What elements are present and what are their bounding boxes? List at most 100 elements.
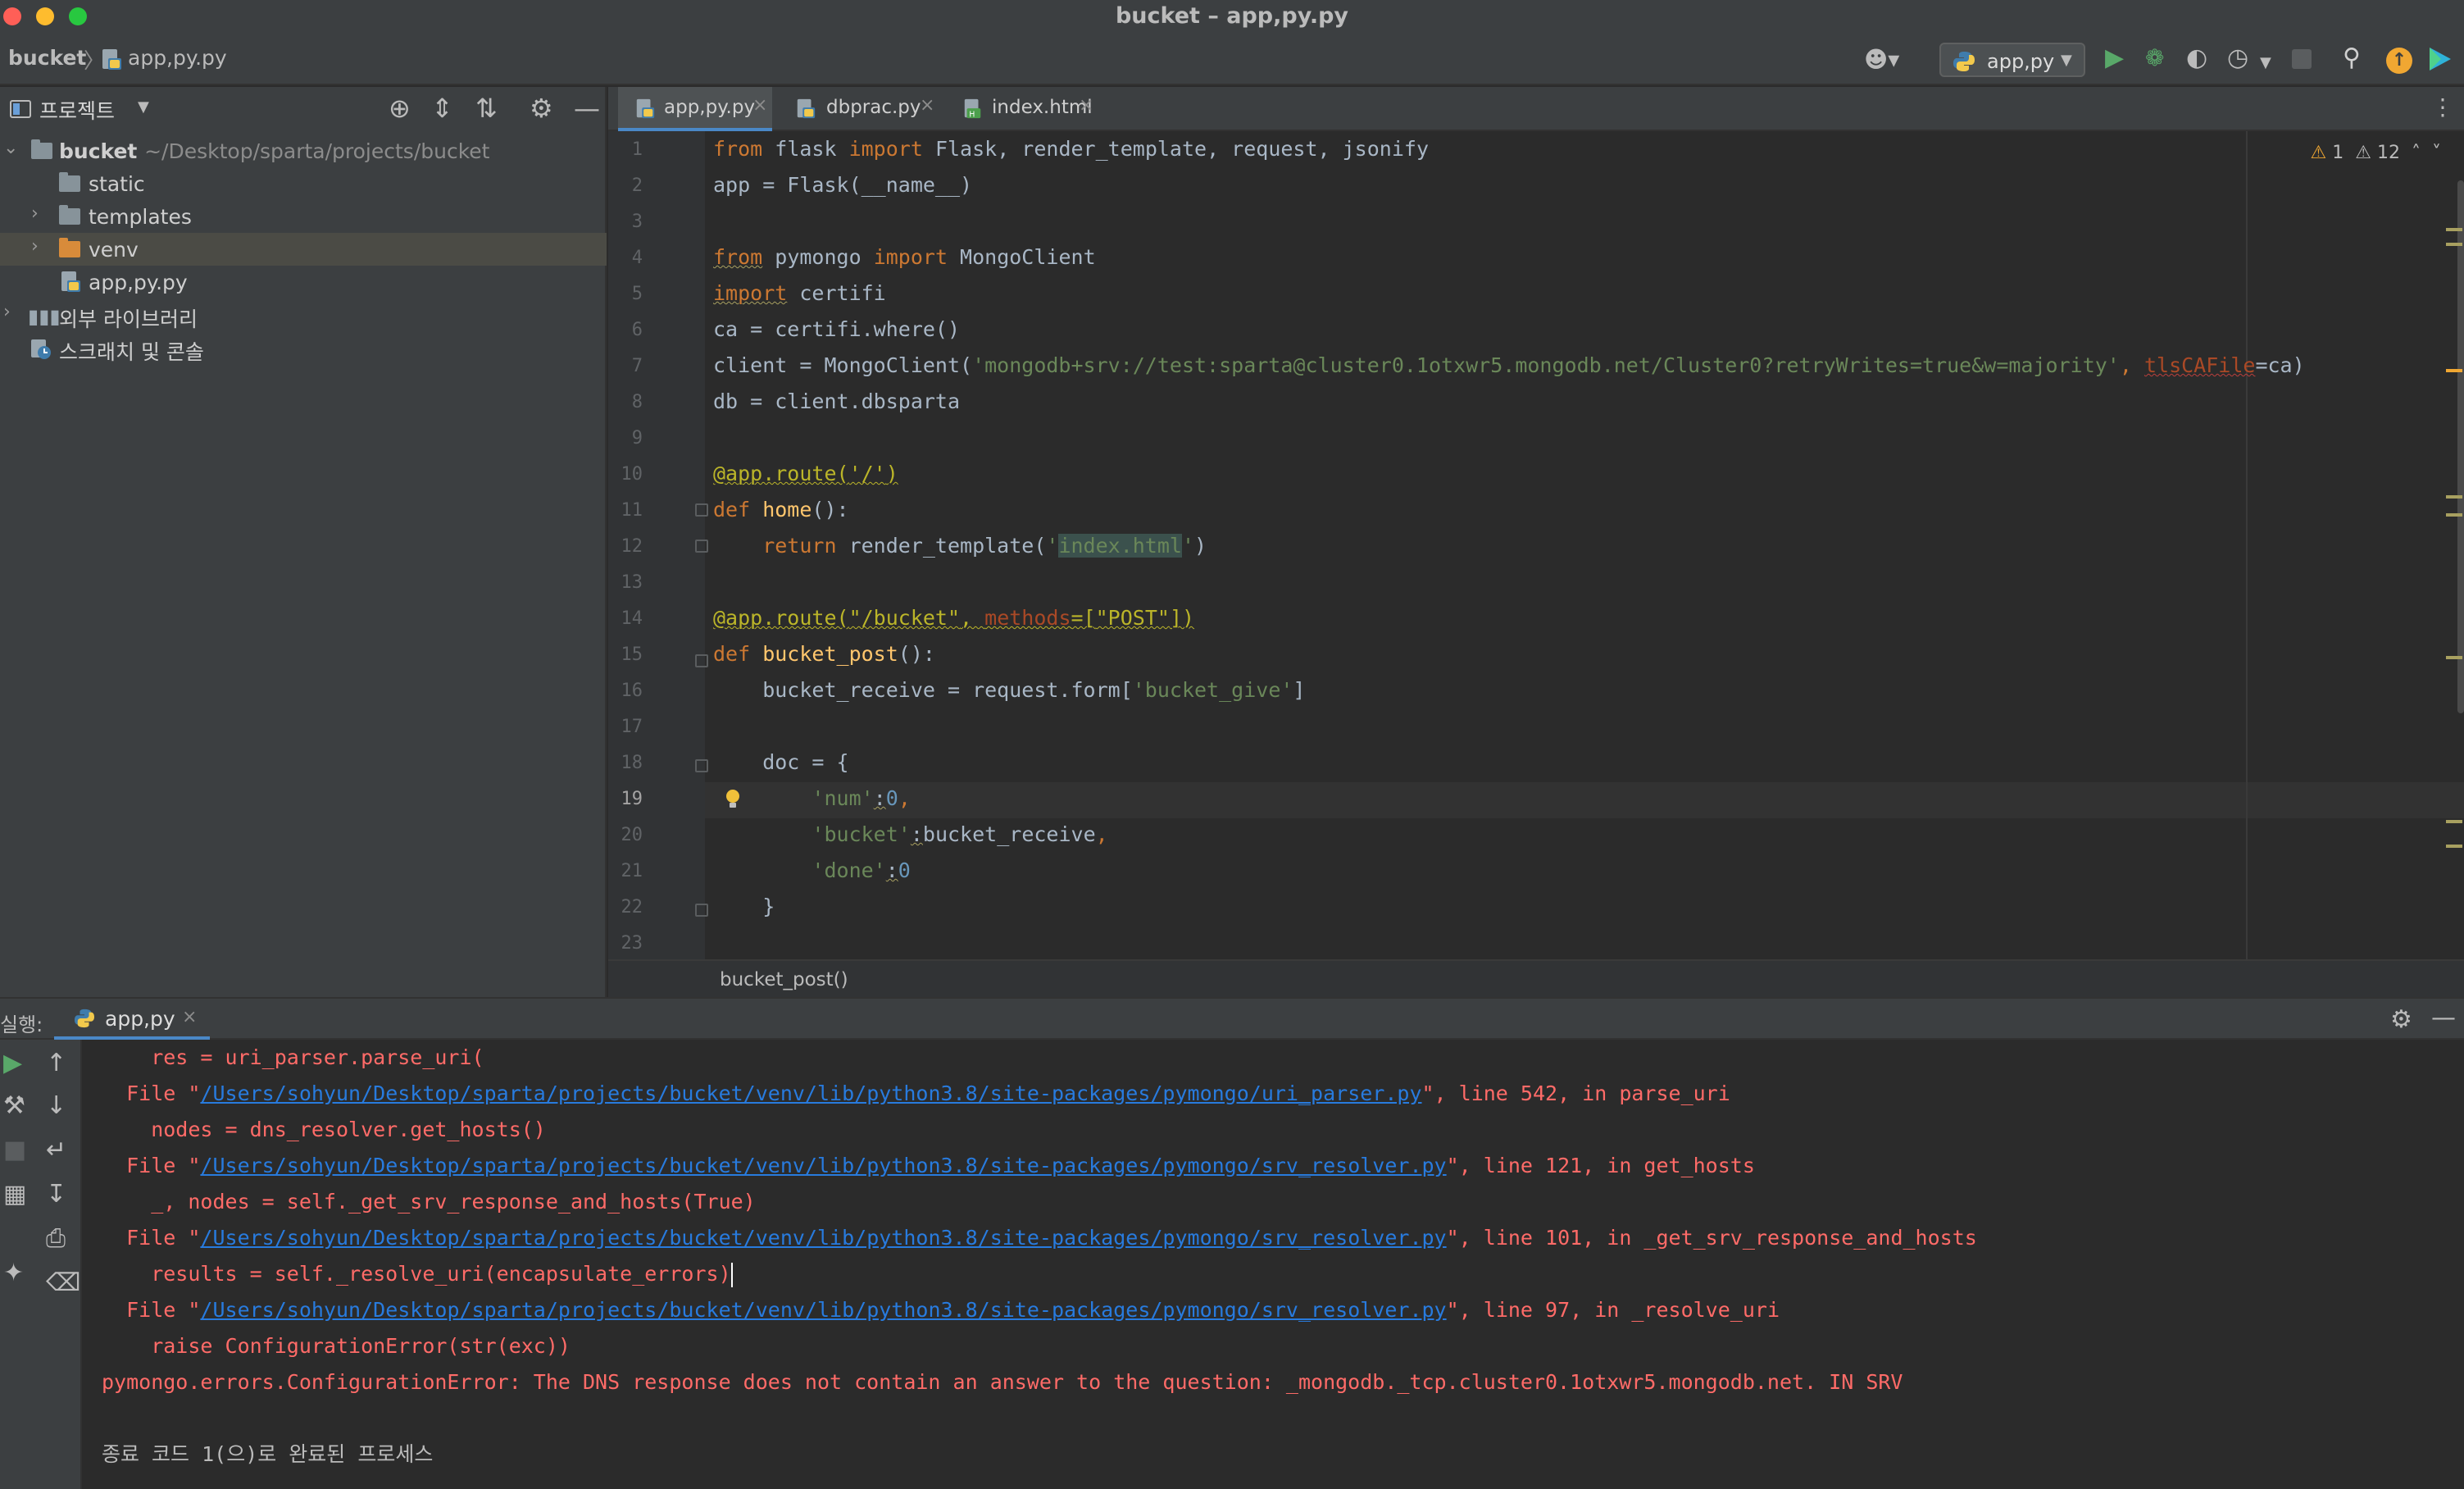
tree-item-bucket[interactable]: ⌄ bucket ~/Desktop/sparta/projects/bucke… <box>0 134 607 167</box>
tree-item-label: bucket <box>59 139 138 163</box>
fold-marker-icon[interactable] <box>695 540 708 553</box>
code-line: from flask import Flask, render_template… <box>713 137 1429 161</box>
tree-item-external-libraries[interactable]: › ▮▮▮ 외부 라이브러리 <box>0 298 607 331</box>
navigation-bar: bucket 〉 app,py.py ☻▾ app,py ▼ ▶ ❁ ◐ ◷ ▼… <box>0 33 2464 85</box>
tree-item-app-py[interactable]: app,py.py <box>0 266 607 298</box>
wrench-icon[interactable]: ⚒ <box>3 1092 25 1120</box>
title-bar: bucket – app,py.py <box>0 0 2464 33</box>
line-number: 23 <box>621 933 643 954</box>
tab-index-html[interactable]: H index.html × <box>946 87 1107 131</box>
console-output[interactable]: res = uri_parser.parse_uri( File "/Users… <box>82 1040 2464 1489</box>
tab-app-py[interactable]: app,py.py × <box>618 87 772 131</box>
code-editor[interactable]: 1 2 3 4 5 6 7 8 9 10 11 12 13 14 15 16 1… <box>608 131 2464 959</box>
editor-scrollbar[interactable] <box>2457 180 2464 713</box>
tree-item-venv[interactable]: › venv <box>0 233 607 266</box>
scroll-marker[interactable] <box>2446 369 2462 372</box>
console-line: _, nodes = self._get_srv_response_and_ho… <box>102 1190 756 1214</box>
debug-bug-icon[interactable]: ❁ <box>2145 44 2164 72</box>
pin-icon[interactable]: ✦ <box>3 1259 24 1287</box>
stop-icon[interactable]: ■ <box>3 1136 26 1164</box>
expand-all-icon[interactable]: ⇕ <box>431 93 453 123</box>
breadcrumb-file[interactable]: app,py.py <box>128 46 227 70</box>
run-configuration-dropdown[interactable]: app,py ▼ <box>1939 43 2085 77</box>
close-icon[interactable]: × <box>920 95 934 116</box>
tree-item-templates[interactable]: › templates <box>0 200 607 233</box>
rerun-icon[interactable]: ▶ <box>3 1050 22 1077</box>
scroll-to-end-icon[interactable]: ↧ <box>46 1181 66 1209</box>
profile-icon[interactable]: ◷ <box>2227 44 2248 72</box>
arrow-down-icon[interactable]: ↓ <box>46 1092 66 1120</box>
fold-marker-icon[interactable] <box>695 904 708 917</box>
python-file-icon <box>795 98 816 123</box>
locate-target-icon[interactable]: ⊕ <box>389 93 411 123</box>
layout-icon[interactable]: ▦ <box>3 1181 26 1209</box>
breadcrumb-project[interactable]: bucket <box>8 46 86 70</box>
tab-dbprac-py[interactable]: dbprac.py × <box>779 87 944 131</box>
scroll-marker[interactable] <box>2446 513 2462 517</box>
traceback-file-link[interactable]: /Users/sohyun/Desktop/sparta/projects/bu… <box>200 1226 1446 1250</box>
code-line: @app.route("/bucket", methods=["POST"]) <box>713 606 1195 630</box>
traceback-file-link[interactable]: /Users/sohyun/Desktop/sparta/projects/bu… <box>200 1081 1421 1105</box>
collapse-all-icon[interactable]: ⇅ <box>475 93 498 123</box>
scroll-marker[interactable] <box>2446 243 2462 246</box>
hide-panel-icon[interactable]: — <box>2431 1004 2456 1032</box>
chevron-right-icon[interactable]: › <box>31 203 39 224</box>
python-icon <box>1953 51 1975 75</box>
tree-item-scratches[interactable]: 스크래치 및 콘솔 <box>0 331 607 364</box>
code-line: 'done':0 <box>811 858 911 882</box>
inspection-widget[interactable]: ⚠ 1 ⚠ 12 ˄ ˅ <box>2311 143 2441 163</box>
scroll-marker[interactable] <box>2446 495 2462 499</box>
chevron-right-icon[interactable]: › <box>3 302 11 322</box>
update-arrow-icon[interactable]: ↑ <box>2386 48 2412 74</box>
user-account-icon[interactable]: ☻▾ <box>1864 46 1899 73</box>
scroll-marker[interactable] <box>2446 228 2462 231</box>
trash-icon[interactable]: ⌫ <box>46 1269 80 1297</box>
python-file-icon <box>59 271 82 297</box>
fold-marker-icon[interactable] <box>695 759 708 772</box>
project-view-title[interactable]: 프로젝트 <box>39 95 115 125</box>
chevron-down-icon[interactable]: ▼ <box>2260 49 2271 77</box>
breadcrumb-function[interactable]: bucket_post() <box>720 969 848 990</box>
code-line: from pymongo import MongoClient <box>713 245 1096 269</box>
close-icon[interactable]: × <box>752 95 767 116</box>
arrow-up-icon[interactable]: ↑ <box>46 1050 66 1077</box>
line-number: 18 <box>621 753 643 773</box>
tree-item-static[interactable]: static <box>0 167 607 200</box>
scroll-marker[interactable] <box>2446 820 2462 823</box>
hide-panel-icon[interactable]: — <box>574 93 600 123</box>
line-number-current: 19 <box>621 789 643 809</box>
line-number: 8 <box>631 392 643 412</box>
stop-button[interactable] <box>2292 49 2312 69</box>
soft-wrap-icon[interactable]: ↵ <box>46 1136 66 1164</box>
fold-marker-icon[interactable] <box>695 654 708 667</box>
line-number: 16 <box>621 681 643 701</box>
code-line: bucket_receive = request.form['bucket_gi… <box>713 678 1306 702</box>
traceback-file-link[interactable]: /Users/sohyun/Desktop/sparta/projects/bu… <box>200 1154 1446 1177</box>
run-button[interactable]: ▶ <box>2105 44 2124 72</box>
traceback-file-link[interactable]: /Users/sohyun/Desktop/sparta/projects/bu… <box>200 1298 1446 1322</box>
chevron-down-icon[interactable]: ⌄ <box>3 138 18 158</box>
gear-icon[interactable]: ⚙ <box>2390 1005 2412 1034</box>
run-tab-app-py[interactable]: app,py × <box>54 999 210 1040</box>
chevron-down-icon[interactable]: ˅ <box>2432 143 2441 163</box>
weak-warning-count: 12 <box>2377 143 2400 163</box>
chevron-up-icon[interactable]: ˄ <box>2412 143 2421 163</box>
chevron-down-icon[interactable]: ▼ <box>138 98 149 116</box>
search-icon[interactable]: ⚲ <box>2343 44 2361 72</box>
scroll-marker[interactable] <box>2446 656 2462 659</box>
line-number: 22 <box>621 897 643 918</box>
line-number-gutter[interactable]: 1 2 3 4 5 6 7 8 9 10 11 12 13 14 15 16 1… <box>608 131 708 959</box>
code-with-me-icon[interactable] <box>2428 46 2453 72</box>
more-vertical-icon[interactable]: ⋮ <box>2431 93 2454 121</box>
fold-marker-icon[interactable] <box>695 503 708 517</box>
tab-label: app,py.py <box>664 97 756 118</box>
print-icon[interactable]: ⎙ <box>46 1225 66 1253</box>
close-icon[interactable]: × <box>1079 95 1093 116</box>
run-with-coverage-icon[interactable]: ◐ <box>2186 44 2207 72</box>
gear-icon[interactable]: ⚙ <box>530 93 553 123</box>
scroll-marker[interactable] <box>2446 845 2462 848</box>
tree-item-label: static <box>89 172 145 196</box>
text-caret <box>730 1263 733 1287</box>
close-icon[interactable]: × <box>182 1007 197 1027</box>
chevron-right-icon[interactable]: › <box>31 236 39 257</box>
